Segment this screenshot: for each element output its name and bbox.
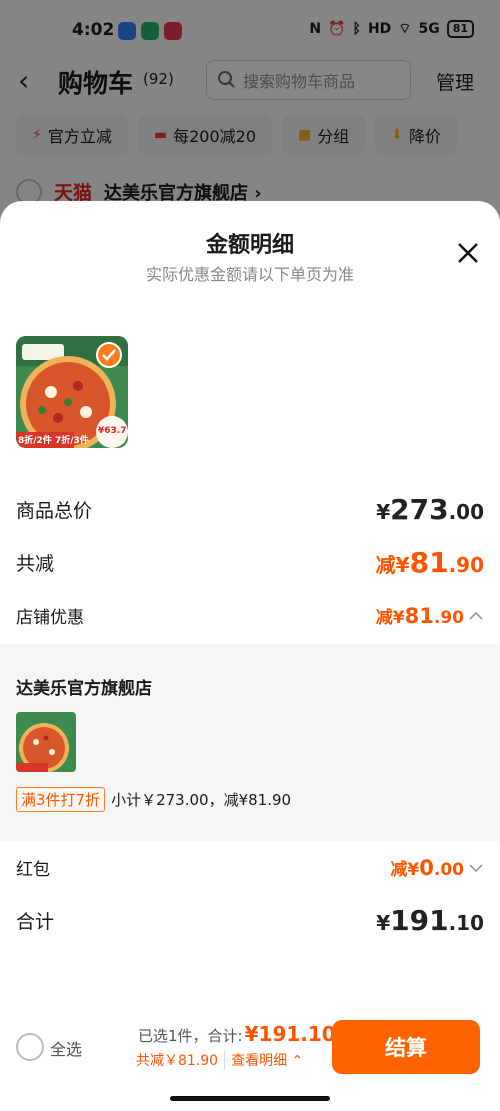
close-icon[interactable] [452, 237, 484, 269]
red-packet-label: 红包 [16, 860, 50, 880]
footer-discount-row: 共减￥81.90 查看明细 ⌃ [136, 1050, 303, 1070]
system-nav-bar [0, 1090, 500, 1111]
chevron-down-icon[interactable] [468, 862, 484, 874]
red-packet-value: 减¥0.00 [390, 856, 464, 880]
row-red-packet[interactable]: 红包 减¥0.00 [16, 855, 484, 880]
detail-subtotal: 小计￥273.00，减¥81.90 [111, 791, 292, 809]
shop-discount-detail: 达美乐官方旗舰店 满3件打7折 小计￥273.00，减¥81.90 [0, 644, 500, 841]
footer-total: ¥191.10 [244, 1022, 336, 1046]
discount-value: 减¥81.90 [375, 546, 484, 579]
discount-label: 共减 [16, 553, 55, 575]
detail-summary-line: 满3件打7折 小计￥273.00，减¥81.90 [16, 787, 291, 812]
select-all-radio[interactable] [16, 1033, 44, 1061]
home-indicator[interactable] [170, 1096, 330, 1101]
promo-tag: 满3件打7折 [16, 787, 106, 812]
detail-shop-name: 达美乐官方旗舰店 [16, 679, 152, 699]
pizza-thumb-image [16, 712, 76, 772]
row-shop-discount[interactable]: 店铺优惠 减¥81.90 [16, 603, 484, 628]
view-details-link[interactable]: 查看明细 ⌃ [224, 1050, 303, 1070]
sheet-title: 金额明细 [205, 233, 294, 258]
selected-check-icon[interactable] [96, 342, 122, 368]
shop-discount-value: 减¥81.90 [375, 604, 464, 628]
row-grand-total: 合计 ¥191.10 [16, 904, 484, 937]
shop-discount-label: 店铺优惠 [16, 608, 84, 628]
checkout-footer: 全选 已选1件，合计: ¥191.10 共减￥81.90 查看明细 ⌃ 结算 [0, 1003, 500, 1099]
product-price-tag: ¥63.7 [98, 426, 127, 436]
footer-saved-amount: 共减￥81.90 [136, 1053, 219, 1069]
grand-total-value: ¥191.10 [376, 904, 484, 937]
detail-product-thumb [16, 712, 76, 772]
chevron-up-icon[interactable] [468, 610, 484, 622]
product-image[interactable]: 8折/2件 7折/3件 ¥63.7 [16, 336, 128, 448]
row-discount: 共减 减¥81.90 [16, 546, 484, 579]
selected-summary: 已选1件，合计: ¥191.10 [138, 1022, 336, 1046]
selected-count-text: 已选1件，合计: [138, 1027, 243, 1045]
total-price-value: ¥273.00 [376, 493, 484, 526]
amount-detail-sheet: 金额明细 实际优惠金额请以下单页为准 8折/2件 7折/3件 ¥63.7 商品总… [0, 201, 500, 1111]
select-all-label[interactable]: 全选 [50, 1036, 82, 1060]
sheet-subtitle: 实际优惠金额请以下单页为准 [145, 265, 354, 284]
checkout-button[interactable]: 结算 [332, 1020, 480, 1074]
row-total-price: 商品总价 ¥273.00 [16, 493, 484, 526]
product-promo-badge: 8折/2件 7折/3件 [18, 436, 89, 446]
grand-total-label: 合计 [16, 911, 55, 933]
total-price-label: 商品总价 [16, 500, 93, 522]
